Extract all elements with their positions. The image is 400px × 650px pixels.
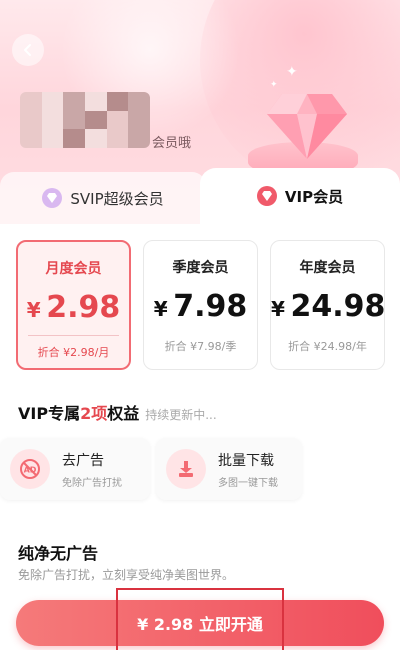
chevron-left-icon	[24, 44, 31, 56]
benefits-title: VIP专属2项权益 持续更新中...	[18, 404, 217, 423]
plan-unit-price: 折合 ¥7.98/季	[164, 340, 237, 353]
benefit-title: 去广告	[62, 452, 104, 469]
back-button[interactable]	[12, 34, 44, 66]
plan-unit-price: 折合 ¥2.98/月	[28, 335, 119, 360]
benefit-card-no-ads[interactable]: AD 去广告 免除广告打扰	[0, 438, 150, 500]
plan-name: 年度会员	[299, 260, 356, 276]
section-title: 纯净无广告	[18, 544, 99, 563]
purchase-button[interactable]: ¥ 2.98 立即开通	[16, 588, 384, 650]
user-info-blurred	[20, 92, 150, 148]
benefit-desc: 多图一键下载	[218, 477, 278, 489]
plan-price: ¥ 2.98	[26, 290, 121, 325]
tab-vip-label: VIP会员	[284, 187, 344, 206]
tab-vip[interactable]: VIP会员	[200, 168, 400, 224]
section-desc: 免除广告打扰，立刻享受纯净美图世界。	[18, 568, 235, 582]
sparkle-icon: ✦	[286, 64, 298, 80]
plan-card-quarterly[interactable]: 季度会员 ¥ 7.98 折合 ¥7.98/季	[143, 240, 258, 370]
diamond-icon	[256, 186, 277, 206]
tab-svip-label: SVIP超级会员	[70, 189, 164, 208]
benefit-title: 批量下载	[218, 452, 274, 469]
tab-svip[interactable]: SVIP超级会员	[0, 172, 206, 224]
benefit-card-batch-download[interactable]: 批量下载 多图一键下载	[156, 438, 302, 500]
no-ads-icon: AD	[10, 449, 50, 489]
diamond-icon	[42, 188, 63, 208]
plan-name: 月度会员	[45, 261, 102, 277]
benefit-desc: 免除广告打扰	[62, 477, 122, 489]
download-icon	[166, 449, 206, 489]
diamond-icon	[267, 94, 347, 159]
purchase-button-label: ¥ 2.98 立即开通	[137, 615, 263, 634]
plan-card-monthly[interactable]: 月度会员 ¥ 2.98 折合 ¥2.98/月	[16, 240, 131, 370]
vip-content: 月度会员 ¥ 2.98 折合 ¥2.98/月 季度会员 ¥ 7.98 折合 ¥7…	[0, 224, 400, 650]
plan-price: ¥ 7.98	[153, 289, 248, 324]
plan-price: ¥ 24.98	[271, 289, 386, 324]
plan-name: 季度会员	[172, 260, 229, 276]
hero-subtitle: 会员哦	[152, 136, 192, 151]
plan-unit-price: 折合 ¥24.98/年	[288, 340, 367, 353]
benefits-note: 持续更新中...	[145, 408, 217, 422]
plan-list: 月度会员 ¥ 2.98 折合 ¥2.98/月 季度会员 ¥ 7.98 折合 ¥7…	[16, 240, 386, 372]
membership-tabs: SVIP超级会员 VIP会员	[0, 168, 400, 224]
plan-card-yearly[interactable]: 年度会员 ¥ 24.98 折合 ¥24.98/年	[270, 240, 385, 370]
